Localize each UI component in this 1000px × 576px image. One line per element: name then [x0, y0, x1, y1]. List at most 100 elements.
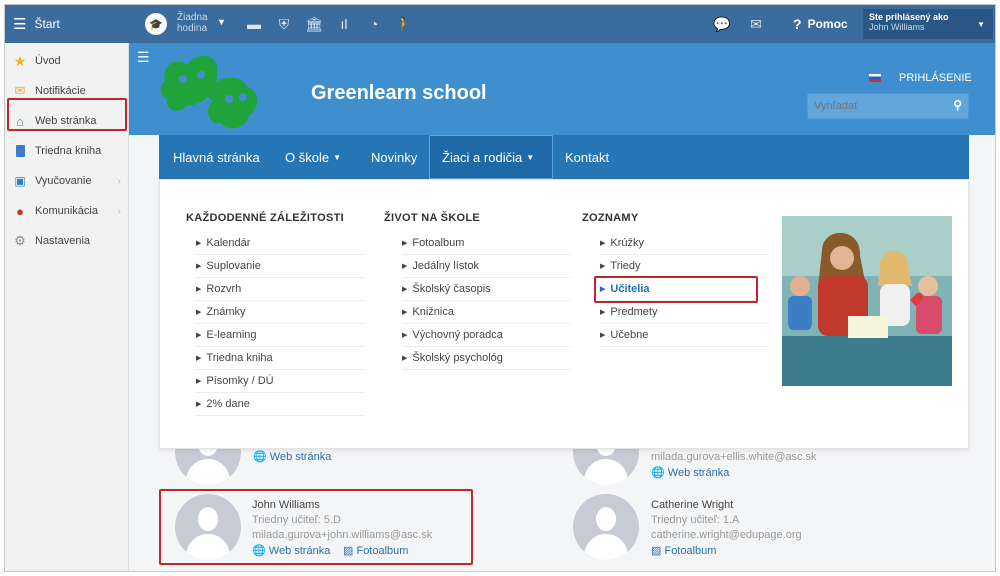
- menu-item-kruzky[interactable]: ▶ Krúžky: [600, 232, 768, 255]
- caret-down-icon: ▼: [333, 152, 341, 162]
- flag-icon: [869, 74, 881, 82]
- menu-item-2-percent-dane[interactable]: ▶ 2% dane: [196, 393, 364, 416]
- briefcase-icon[interactable]: ▬: [243, 13, 265, 35]
- sidebar-item-label: Komunikácia: [35, 205, 98, 217]
- menu-item-kalendar[interactable]: ▶ Kalendár: [196, 232, 364, 255]
- globe-icon: 🌐: [651, 467, 665, 479]
- sidebar-item-label: Triedna kniha: [35, 145, 102, 157]
- classroom-icon: ▣: [14, 174, 26, 188]
- web-link[interactable]: 🌐 Web stránka: [651, 466, 729, 479]
- menu-item-rozvrh[interactable]: ▶ Rozvrh: [196, 278, 364, 301]
- school-name[interactable]: Greenlearn school: [311, 82, 487, 105]
- gauge-icon[interactable]: ◔: [363, 13, 385, 35]
- question-icon: ?: [793, 16, 802, 32]
- chat-bubbles-icon[interactable]: 💬: [711, 13, 733, 35]
- sidebar-item-nastavenia[interactable]: ⚙ Nastavenia: [5, 229, 129, 253]
- gear-icon: ⚙: [14, 233, 26, 248]
- graduation-cap-icon[interactable]: 🎓: [145, 13, 167, 35]
- sidebar-item-vyucovanie[interactable]: ▣ Vyučovanie ›: [5, 169, 129, 193]
- sidebar-item-label: Úvod: [35, 55, 61, 67]
- web-link[interactable]: 🌐 Web stránka: [253, 450, 331, 463]
- lesson-label: Žiadna hodina: [177, 12, 208, 34]
- help-label: Pomoc: [807, 17, 848, 31]
- sidebar-item-label: Notifikácie: [35, 85, 86, 97]
- bar-chart-icon[interactable]: ıl: [333, 13, 355, 35]
- menu-item-triedna-kniha[interactable]: ▶ Triedna kniha: [196, 347, 364, 370]
- sidebar-item-label: Vyučovanie: [35, 175, 92, 187]
- menu-item-jedalny-listok[interactable]: ▶ Jedálny lístok: [402, 255, 570, 278]
- menu-item-vychovny-poradca[interactable]: ▶ Výchovný poradca: [402, 324, 570, 347]
- start-button[interactable]: ☰ Štart: [5, 5, 129, 43]
- chevron-down-icon: ▼: [217, 17, 226, 27]
- menu-icon: ☰: [13, 16, 27, 33]
- sidebar-item-komunikacia[interactable]: ● Komunikácia ›: [5, 199, 129, 223]
- sidebar-item-label: Nastavenia: [35, 235, 91, 247]
- menu-item-fotoalbum[interactable]: ▶ Fotoalbum: [402, 232, 570, 255]
- sidebar-item-uvod[interactable]: ★ Úvod: [5, 49, 129, 73]
- nav-o-skole[interactable]: O škole ▼: [285, 135, 341, 179]
- menu-item-kniznica[interactable]: ▶ Knižnica: [402, 301, 570, 324]
- nav-novinky[interactable]: Novinky: [371, 135, 417, 179]
- school-website: ☰ Greenlearn school PRIHLÁSENIE ⚲ Hlavná…: [129, 43, 995, 571]
- login-link[interactable]: PRIHLÁSENIE: [869, 71, 972, 85]
- top-bar: ☰ Štart 🎓 Žiadna hodina ▼ ▬ ⛨ 🏛 ıl ◔ 🚶 💬…: [5, 5, 995, 43]
- search-input[interactable]: [808, 94, 938, 118]
- building-icon[interactable]: 🏛: [303, 13, 325, 35]
- site-header: ☰ Greenlearn school PRIHLÁSENIE ⚲: [129, 43, 995, 135]
- chevron-right-icon: ›: [117, 175, 121, 187]
- menu-item-skolsky-casopis[interactable]: ▶ Školský časopis: [402, 278, 570, 301]
- highlight-john-williams: [159, 489, 473, 565]
- teacher-email[interactable]: catherine.wright@edupage.org: [651, 529, 802, 541]
- column-title: KAŽDODENNÉ ZÁLEŽITOSTI: [186, 212, 344, 224]
- menu-item-pisomky[interactable]: ▶ Písomky / DÚ: [196, 370, 364, 393]
- menu-item-znamky[interactable]: ▶ Známky: [196, 301, 364, 324]
- nav-label: Hlavná stránka: [173, 149, 260, 165]
- login-status: Ste prihlásený ako: [869, 12, 949, 22]
- nav-label: Kontakt: [565, 149, 610, 165]
- teacher-with-children-photo: [782, 216, 952, 386]
- column-title: ŽIVOT NA ŠKOLE: [384, 212, 481, 224]
- nav-ziaci-a-rodicia[interactable]: Žiaci a rodičia ▼: [429, 135, 553, 179]
- search-icon[interactable]: ⚲: [953, 98, 962, 112]
- user-name: John Williams: [869, 22, 925, 32]
- teacher-name[interactable]: Catherine Wright: [651, 499, 733, 511]
- globe-icon: 🌐: [253, 451, 267, 463]
- column-title: ZOZNAMY: [582, 212, 639, 224]
- menu-item-ucebne[interactable]: ▶ Učebne: [600, 324, 768, 347]
- hamburger-icon[interactable]: ☰: [137, 49, 150, 66]
- nav-hlavna-stranka[interactable]: Hlavná stránka: [173, 135, 260, 179]
- chat-icon: ●: [16, 203, 24, 219]
- book-icon: [12, 143, 28, 159]
- user-menu[interactable]: Ste prihlásený ako John Williams ▼: [863, 9, 993, 39]
- chevron-right-icon: ›: [117, 205, 121, 217]
- menu-item-triedy[interactable]: ▶ Triedy: [600, 255, 768, 278]
- envelope-icon: ✉: [14, 83, 26, 98]
- walking-people-icon[interactable]: 🚶: [393, 13, 415, 35]
- sidebar-item-triedna-kniha[interactable]: Triedna kniha: [5, 139, 129, 163]
- star-icon: ★: [13, 52, 27, 69]
- school-logo: [160, 55, 258, 129]
- shield-icon[interactable]: ⛨: [273, 13, 295, 35]
- help-button[interactable]: ? Pomoc: [793, 5, 848, 43]
- menu-item-e-learning[interactable]: ▶ E-learning: [196, 324, 364, 347]
- mega-menu: KAŽDODENNÉ ZÁLEŽITOSTI ŽIVOT NA ŠKOLE ZO…: [159, 179, 969, 449]
- avatar: [573, 494, 639, 560]
- envelope-icon[interactable]: ✉: [745, 13, 767, 35]
- menu-item-skolsky-psycholog[interactable]: ▶ Školský psychológ: [402, 347, 570, 370]
- search-box[interactable]: ⚲: [807, 93, 969, 119]
- highlight-ucitelia: [594, 276, 758, 303]
- nav-label: Žiaci a rodičia: [442, 149, 523, 165]
- lesson-selector[interactable]: Žiadna hodina ▼: [177, 9, 231, 39]
- nav-kontakt[interactable]: Kontakt: [565, 135, 609, 179]
- login-link-label: PRIHLÁSENIE: [899, 72, 972, 84]
- teacher-email[interactable]: milada.gurova+ellis.white@asc.sk: [651, 451, 817, 463]
- main-nav: Hlavná stránka O škole ▼ Novinky Žiaci a …: [159, 135, 969, 179]
- photo-album-link[interactable]: ▨ Fotoalbum: [651, 544, 716, 557]
- menu-item-suplovanie[interactable]: ▶ Suplovanie: [196, 255, 364, 278]
- nav-label: O škole: [285, 149, 330, 165]
- image-icon: ▨: [651, 545, 662, 557]
- caret-down-icon: ▼: [526, 152, 535, 162]
- nav-label: Novinky: [371, 149, 418, 165]
- highlight-web-stranka: [7, 98, 127, 131]
- menu-item-predmety[interactable]: ▶ Predmety: [600, 301, 768, 324]
